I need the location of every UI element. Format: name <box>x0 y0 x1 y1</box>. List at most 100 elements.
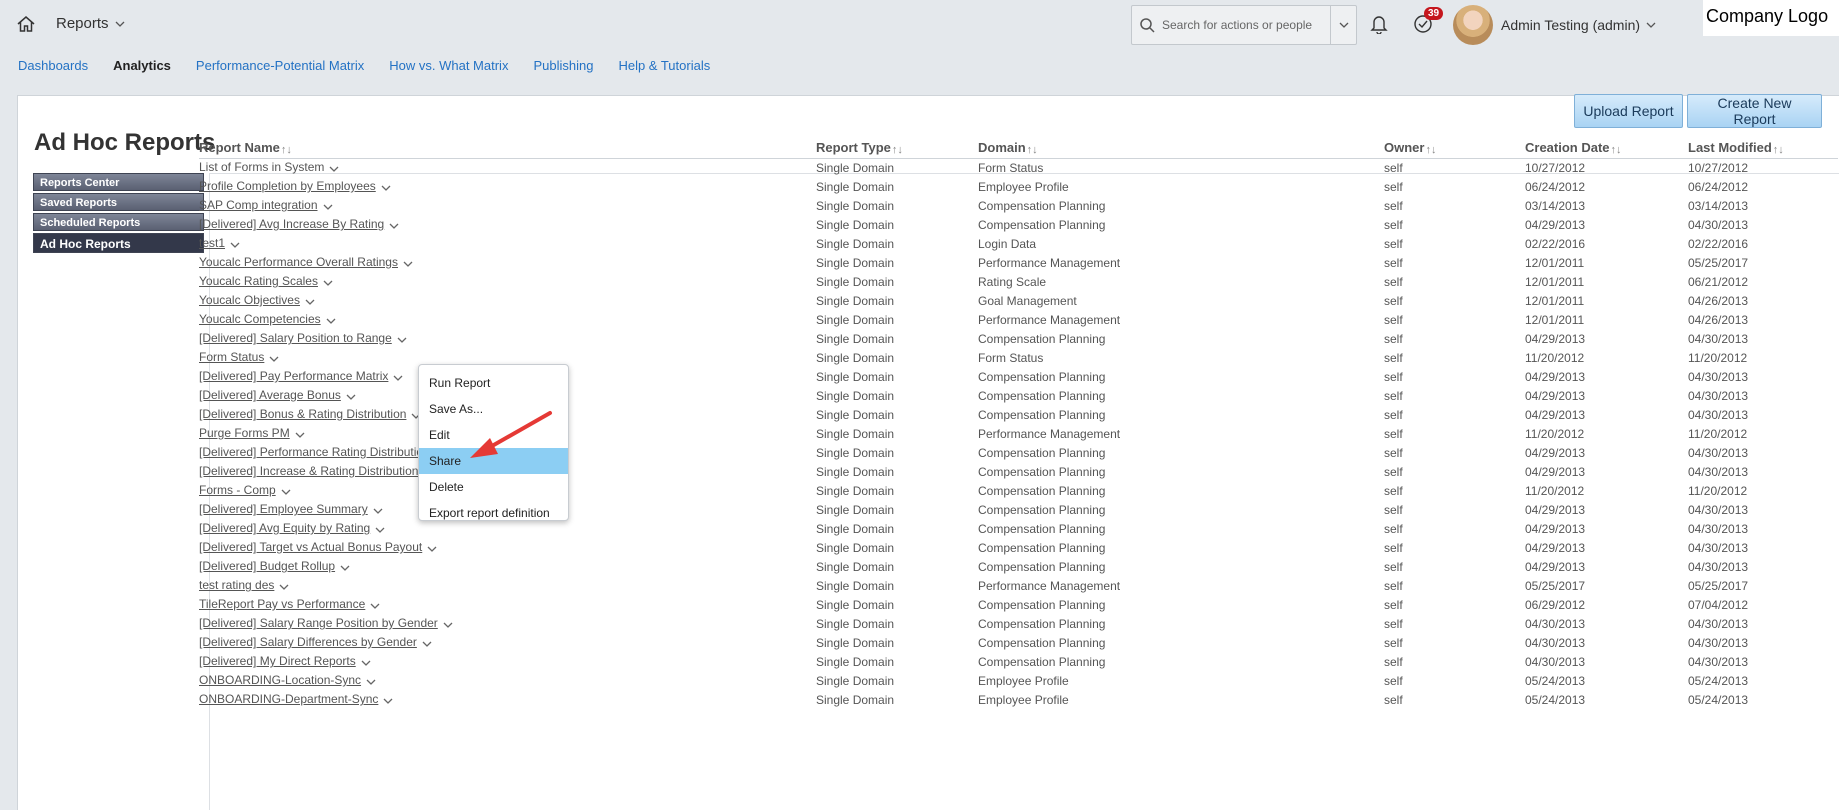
row-menu-chevron-down-icon[interactable] <box>393 370 403 384</box>
menu-item-run-report[interactable]: Run Report <box>419 370 568 396</box>
report-name-link[interactable]: [Delivered] My Direct Reports <box>199 654 356 668</box>
search-scope-dropdown[interactable] <box>1330 6 1356 44</box>
report-name-link[interactable]: [Delivered] Performance Rating Distribut… <box>199 445 430 459</box>
row-menu-chevron-down-icon[interactable] <box>427 541 437 555</box>
row-menu-chevron-down-icon[interactable] <box>381 180 391 194</box>
report-name-link[interactable]: SAP Comp integration <box>199 198 318 212</box>
report-name-link[interactable]: test1 <box>199 236 225 250</box>
row-menu-chevron-down-icon[interactable] <box>366 674 376 688</box>
create-new-report-button[interactable]: Create New Report <box>1687 94 1822 128</box>
menu-item-export-report-definition[interactable]: Export report definition <box>419 500 568 526</box>
side-menu-saved-reports[interactable]: Saved Reports <box>33 193 204 211</box>
report-name-link[interactable]: Youcalc Performance Overall Ratings <box>199 255 398 269</box>
table-row: SAP Comp integration Single Domain Compens… <box>199 196 1838 215</box>
user-menu[interactable]: Admin Testing (admin) <box>1501 17 1656 33</box>
app-title-dropdown[interactable]: Reports <box>56 15 125 32</box>
nav-how-vs-what-matrix[interactable]: How vs. What Matrix <box>389 58 508 73</box>
report-type-cell: Single Domain <box>816 274 895 289</box>
report-name-link[interactable]: [Delivered] Average Bonus <box>199 388 341 402</box>
report-name-link[interactable]: ONBOARDING-Department-Sync <box>199 692 378 706</box>
row-menu-chevron-down-icon[interactable] <box>323 275 333 289</box>
nav-help-tutorials[interactable]: Help & Tutorials <box>618 58 710 73</box>
row-menu-chevron-down-icon[interactable] <box>279 579 289 593</box>
report-name-link[interactable]: [Delivered] Pay Performance Matrix <box>199 369 388 383</box>
nav-dashboards[interactable]: Dashboards <box>18 58 88 73</box>
domain-cell: Performance Management <box>978 426 1121 441</box>
row-menu-chevron-down-icon[interactable] <box>373 503 383 517</box>
report-name-link[interactable]: Profile Completion by Employees <box>199 179 376 193</box>
col-header-owner[interactable]: Owner↑↓ <box>1384 139 1525 159</box>
domain-cell: Compensation Planning <box>978 559 1106 574</box>
report-name-link[interactable]: [Delivered] Target vs Actual Bonus Payou… <box>199 540 422 554</box>
nav-analytics[interactable]: Analytics <box>113 58 171 73</box>
row-menu-chevron-down-icon[interactable] <box>422 636 432 650</box>
row-menu-chevron-down-icon[interactable] <box>397 332 407 346</box>
table-row: ONBOARDING-Location-Sync Single Domain Emp… <box>199 671 1838 690</box>
row-menu-chevron-down-icon[interactable] <box>230 237 240 251</box>
side-menu-ad-hoc-reports[interactable]: Ad Hoc Reports <box>33 233 204 253</box>
row-menu-chevron-down-icon[interactable] <box>375 522 385 536</box>
report-name-link[interactable]: Purge Forms PM <box>199 426 290 440</box>
bell-icon[interactable] <box>1370 14 1388 39</box>
report-name-link[interactable]: [Delivered] Salary Range Position by Gen… <box>199 616 438 630</box>
report-name-link[interactable]: [Delivered] Avg Equity by Rating <box>199 521 370 535</box>
report-name-link[interactable]: [Delivered] Salary Position to Range <box>199 331 392 345</box>
report-name-link[interactable]: [Delivered] Avg Increase By Rating <box>199 217 384 231</box>
report-name-cell: [Delivered] My Direct Reports <box>199 652 816 671</box>
col-header-domain[interactable]: Domain↑↓ <box>978 139 1384 159</box>
row-menu-chevron-down-icon[interactable] <box>403 256 413 270</box>
report-type-cell: Single Domain <box>816 654 895 669</box>
search-input[interactable] <box>1162 18 1322 32</box>
row-menu-chevron-down-icon[interactable] <box>269 351 279 365</box>
report-name-link[interactable]: List of Forms in System <box>199 160 324 174</box>
menu-item-save-as[interactable]: Save As... <box>419 396 568 422</box>
report-name-link[interactable]: Forms - Comp <box>199 483 276 497</box>
report-name-cell: ONBOARDING-Department-Sync <box>199 690 816 709</box>
nav-publishing[interactable]: Publishing <box>533 58 593 73</box>
upload-report-button[interactable]: Upload Report <box>1574 94 1683 128</box>
row-menu-chevron-down-icon[interactable] <box>281 484 291 498</box>
report-name-link[interactable]: Youcalc Objectives <box>199 293 300 307</box>
home-icon[interactable] <box>16 14 36 34</box>
col-header-creation-date[interactable]: Creation Date↑↓ <box>1525 139 1688 159</box>
report-type-cell: Single Domain <box>816 578 895 593</box>
avatar[interactable] <box>1453 5 1493 45</box>
row-menu-chevron-down-icon[interactable] <box>295 427 305 441</box>
row-menu-chevron-down-icon[interactable] <box>305 294 315 308</box>
report-name-link[interactable]: TileReport Pay vs Performance <box>199 597 365 611</box>
row-menu-chevron-down-icon[interactable] <box>443 617 453 631</box>
menu-item-share[interactable]: Share <box>419 448 568 474</box>
last-modified-cell: 04/26/2013 <box>1688 293 1749 308</box>
row-menu-chevron-down-icon[interactable] <box>361 655 371 669</box>
domain-cell: Compensation Planning <box>978 388 1106 403</box>
menu-item-delete[interactable]: Delete <box>419 474 568 500</box>
nav-performance-potential-matrix[interactable]: Performance-Potential Matrix <box>196 58 364 73</box>
col-header-last-modified[interactable]: Last Modified↑↓ <box>1688 139 1838 159</box>
side-menu-reports-center[interactable]: Reports Center <box>33 173 204 191</box>
report-name-link[interactable]: Youcalc Rating Scales <box>199 274 318 288</box>
col-header-report-type[interactable]: Report Type↑↓ <box>816 139 978 159</box>
report-type-cell: Single Domain <box>816 521 895 536</box>
report-name-link[interactable]: test rating des <box>199 578 274 592</box>
report-name-link[interactable]: Youcalc Competencies <box>199 312 321 326</box>
row-menu-chevron-down-icon[interactable] <box>383 693 393 707</box>
report-name-link[interactable]: Form Status <box>199 350 264 364</box>
owner-cell: self <box>1384 255 1403 270</box>
row-menu-chevron-down-icon[interactable] <box>340 560 350 574</box>
sort-icon: ↑↓ <box>1425 144 1437 157</box>
row-menu-chevron-down-icon[interactable] <box>346 389 356 403</box>
report-name-link[interactable]: [Delivered] Salary Differences by Gender <box>199 635 417 649</box>
col-header-report-name[interactable]: Report Name↑↓ <box>199 139 816 159</box>
report-name-link[interactable]: [Delivered] Bonus & Rating Distribution <box>199 407 406 421</box>
row-menu-chevron-down-icon[interactable] <box>329 161 339 175</box>
creation-date-cell: 12/01/2011 <box>1525 274 1585 289</box>
side-menu-scheduled-reports[interactable]: Scheduled Reports <box>33 213 204 231</box>
menu-item-edit[interactable]: Edit <box>419 422 568 448</box>
row-menu-chevron-down-icon[interactable] <box>326 313 336 327</box>
report-name-link[interactable]: ONBOARDING-Location-Sync <box>199 673 361 687</box>
report-name-link[interactable]: [Delivered] Budget Rollup <box>199 559 335 573</box>
row-menu-chevron-down-icon[interactable] <box>389 218 399 232</box>
row-menu-chevron-down-icon[interactable] <box>323 199 333 213</box>
row-menu-chevron-down-icon[interactable] <box>370 598 380 612</box>
report-name-link[interactable]: [Delivered] Employee Summary <box>199 502 368 516</box>
